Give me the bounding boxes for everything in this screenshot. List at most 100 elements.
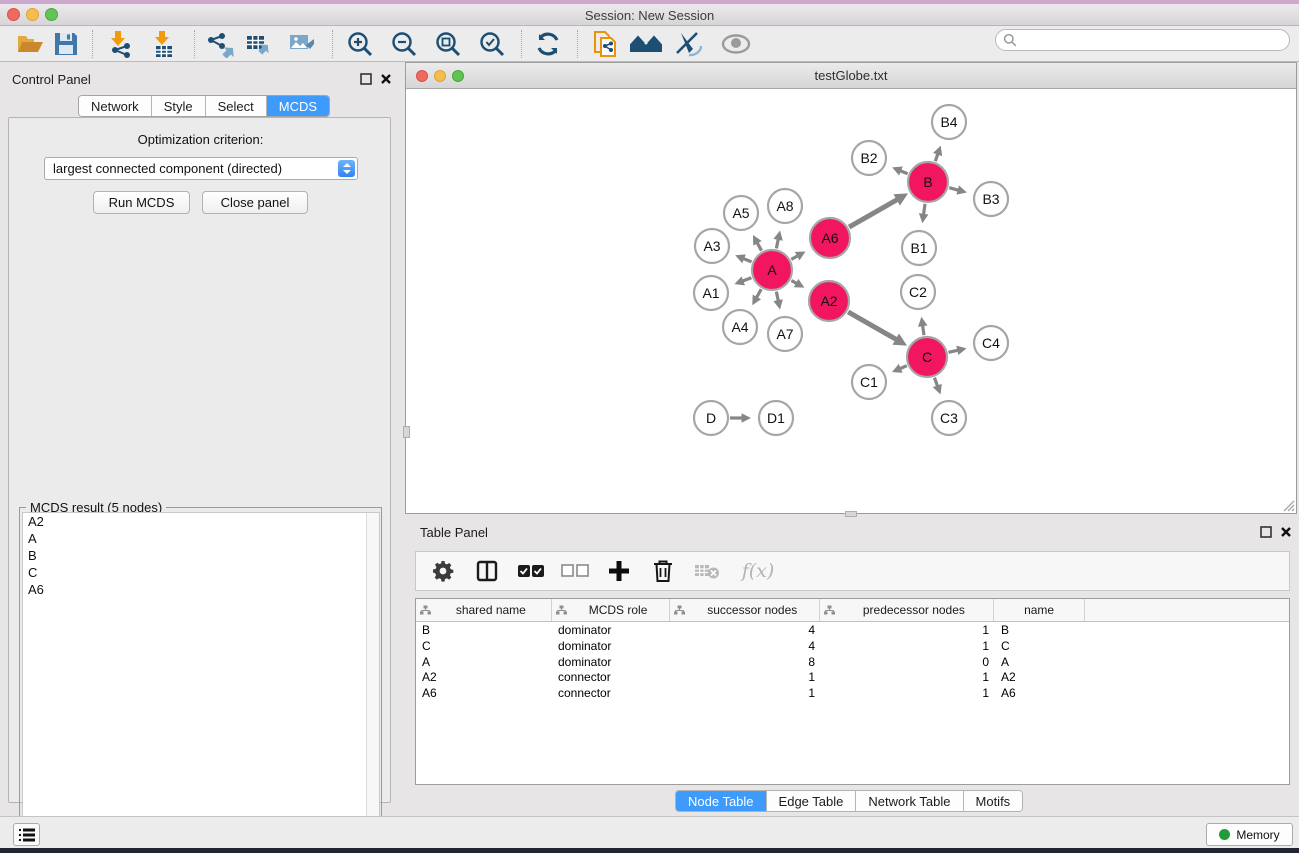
edge-B-B1[interactable] bbox=[924, 204, 926, 215]
delete-row-icon[interactable] bbox=[648, 558, 678, 584]
mcds-result-list[interactable]: A2ABCA6 bbox=[22, 512, 380, 850]
graph-node-A3[interactable]: A3 bbox=[695, 229, 729, 263]
zoom-selected-icon[interactable] bbox=[474, 28, 510, 60]
edge-B-B4[interactable] bbox=[935, 154, 938, 162]
column-header-name[interactable]: name bbox=[994, 599, 1086, 621]
graph-node-A2[interactable]: A2 bbox=[809, 281, 849, 321]
table-cell[interactable]: dominator bbox=[552, 654, 671, 670]
edge-C-C1[interactable] bbox=[900, 366, 907, 369]
graph-node-C[interactable]: C bbox=[907, 337, 947, 377]
edge-C-C2[interactable] bbox=[923, 325, 924, 335]
add-row-icon[interactable] bbox=[604, 558, 634, 584]
open-session-icon[interactable] bbox=[12, 28, 48, 60]
graph-node-A8[interactable]: A8 bbox=[768, 189, 802, 223]
table-cell[interactable]: 1 bbox=[821, 685, 995, 701]
table-cell[interactable]: 1 bbox=[821, 638, 995, 654]
table-cell[interactable]: A2 bbox=[416, 669, 552, 685]
graph-node-D[interactable]: D bbox=[694, 401, 728, 435]
table-cell[interactable]: 1 bbox=[671, 669, 821, 685]
edge-A-A8[interactable] bbox=[776, 239, 778, 249]
table-options-icon[interactable] bbox=[428, 558, 458, 584]
zoom-out-icon[interactable] bbox=[386, 28, 422, 60]
tab-mcds[interactable]: MCDS bbox=[267, 96, 329, 117]
tab-select[interactable]: Select bbox=[206, 96, 267, 117]
graph-node-A4[interactable]: A4 bbox=[723, 310, 757, 344]
graph-node-C1[interactable]: C1 bbox=[852, 365, 886, 399]
table-cell[interactable]: B bbox=[995, 622, 1087, 638]
table-cell[interactable]: 1 bbox=[821, 622, 995, 638]
export-table-icon[interactable] bbox=[242, 28, 278, 60]
import-network-icon[interactable] bbox=[102, 28, 138, 60]
graph-node-A1[interactable]: A1 bbox=[694, 276, 728, 310]
column-header-shared-name[interactable]: shared name bbox=[416, 599, 552, 621]
close-panel-button[interactable]: Close panel bbox=[202, 191, 308, 214]
split-handle-vertical[interactable] bbox=[403, 426, 410, 438]
network-window-titlebar[interactable]: testGlobe.txt bbox=[406, 63, 1296, 89]
table-cell[interactable]: B bbox=[416, 622, 552, 638]
graph-node-A6[interactable]: A6 bbox=[810, 218, 850, 258]
save-session-icon[interactable] bbox=[48, 28, 84, 60]
table-row[interactable]: Cdominator41C bbox=[416, 638, 1289, 654]
close-panel-icon[interactable] bbox=[1280, 526, 1292, 538]
graph-node-C4[interactable]: C4 bbox=[974, 326, 1008, 360]
table-cell[interactable]: dominator bbox=[552, 622, 671, 638]
show-graphics-details-icon[interactable] bbox=[718, 28, 754, 60]
graph-node-B4[interactable]: B4 bbox=[932, 105, 966, 139]
graph-node-A5[interactable]: A5 bbox=[724, 196, 758, 230]
import-table-icon[interactable] bbox=[146, 28, 182, 60]
resize-grip[interactable] bbox=[1279, 496, 1295, 512]
table-cell[interactable]: connector bbox=[552, 669, 671, 685]
column-header-successor-nodes[interactable]: successor nodes bbox=[670, 599, 820, 621]
table-row[interactable]: Bdominator41B bbox=[416, 622, 1289, 638]
graph-node-A[interactable]: A bbox=[752, 250, 792, 290]
criterion-dropdown[interactable]: largest connected component (directed) bbox=[44, 157, 358, 180]
table-cell[interactable]: C bbox=[995, 638, 1087, 654]
tab-node-table[interactable]: Node Table bbox=[676, 791, 767, 812]
unselect-all-columns-icon[interactable] bbox=[560, 558, 590, 584]
select-all-columns-icon[interactable] bbox=[516, 558, 546, 584]
search-input[interactable] bbox=[995, 29, 1290, 51]
edge-A2-C[interactable] bbox=[848, 312, 897, 340]
export-image-icon[interactable] bbox=[285, 28, 321, 60]
zoom-fit-icon[interactable] bbox=[430, 28, 466, 60]
graph-node-B1[interactable]: B1 bbox=[902, 231, 936, 265]
edge-C-C3[interactable] bbox=[934, 378, 937, 387]
column-header-MCDS-role[interactable]: MCDS role bbox=[552, 599, 671, 621]
graph-node-A7[interactable]: A7 bbox=[768, 317, 802, 351]
table-cell[interactable]: 1 bbox=[821, 669, 995, 685]
table-cell[interactable]: connector bbox=[552, 685, 671, 701]
mcds-result-item[interactable]: C bbox=[23, 564, 379, 581]
export-network-icon[interactable] bbox=[202, 28, 238, 60]
tab-motifs[interactable]: Motifs bbox=[964, 791, 1023, 812]
hide-graphics-details-icon[interactable] bbox=[672, 28, 708, 60]
table-cell[interactable]: 1 bbox=[671, 685, 821, 701]
search-field[interactable] bbox=[995, 29, 1290, 51]
graph-node-B3[interactable]: B3 bbox=[974, 182, 1008, 216]
tab-edge-table[interactable]: Edge Table bbox=[767, 791, 857, 812]
zoom-in-icon[interactable] bbox=[342, 28, 378, 60]
table-row[interactable]: A6connector11A6 bbox=[416, 685, 1289, 701]
float-panel-icon[interactable] bbox=[360, 73, 372, 85]
refresh-view-icon[interactable] bbox=[530, 28, 566, 60]
duplicate-network-icon[interactable] bbox=[588, 28, 624, 60]
memory-button[interactable]: Memory bbox=[1206, 823, 1293, 846]
column-header-predecessor-nodes[interactable]: predecessor nodes bbox=[820, 599, 994, 621]
table-cell[interactable]: A bbox=[416, 654, 552, 670]
mcds-result-item[interactable]: A6 bbox=[23, 581, 379, 598]
edge-A-A3[interactable] bbox=[743, 258, 751, 261]
graph-node-B[interactable]: B bbox=[908, 162, 948, 202]
graph-node-D1[interactable]: D1 bbox=[759, 401, 793, 435]
run-mcds-button[interactable]: Run MCDS bbox=[93, 191, 190, 214]
edge-A-A5[interactable] bbox=[757, 242, 761, 250]
edge-B-B3[interactable] bbox=[949, 188, 958, 191]
edge-C-C4[interactable] bbox=[948, 350, 958, 352]
table-row[interactable]: Adominator80A bbox=[416, 654, 1289, 670]
table-cell[interactable]: A6 bbox=[416, 685, 552, 701]
table-cell[interactable]: 4 bbox=[671, 638, 821, 654]
network-canvas[interactable]: B4B2BB3A8A5A6A3B1AA1C2A2A4A7C4CC1C3DD1 bbox=[406, 89, 1296, 513]
graph-node-C2[interactable]: C2 bbox=[901, 275, 935, 309]
scrollbar[interactable] bbox=[366, 513, 379, 849]
mcds-result-item[interactable]: A bbox=[23, 530, 379, 547]
graph-node-B2[interactable]: B2 bbox=[852, 141, 886, 175]
table-cell[interactable]: dominator bbox=[552, 638, 671, 654]
